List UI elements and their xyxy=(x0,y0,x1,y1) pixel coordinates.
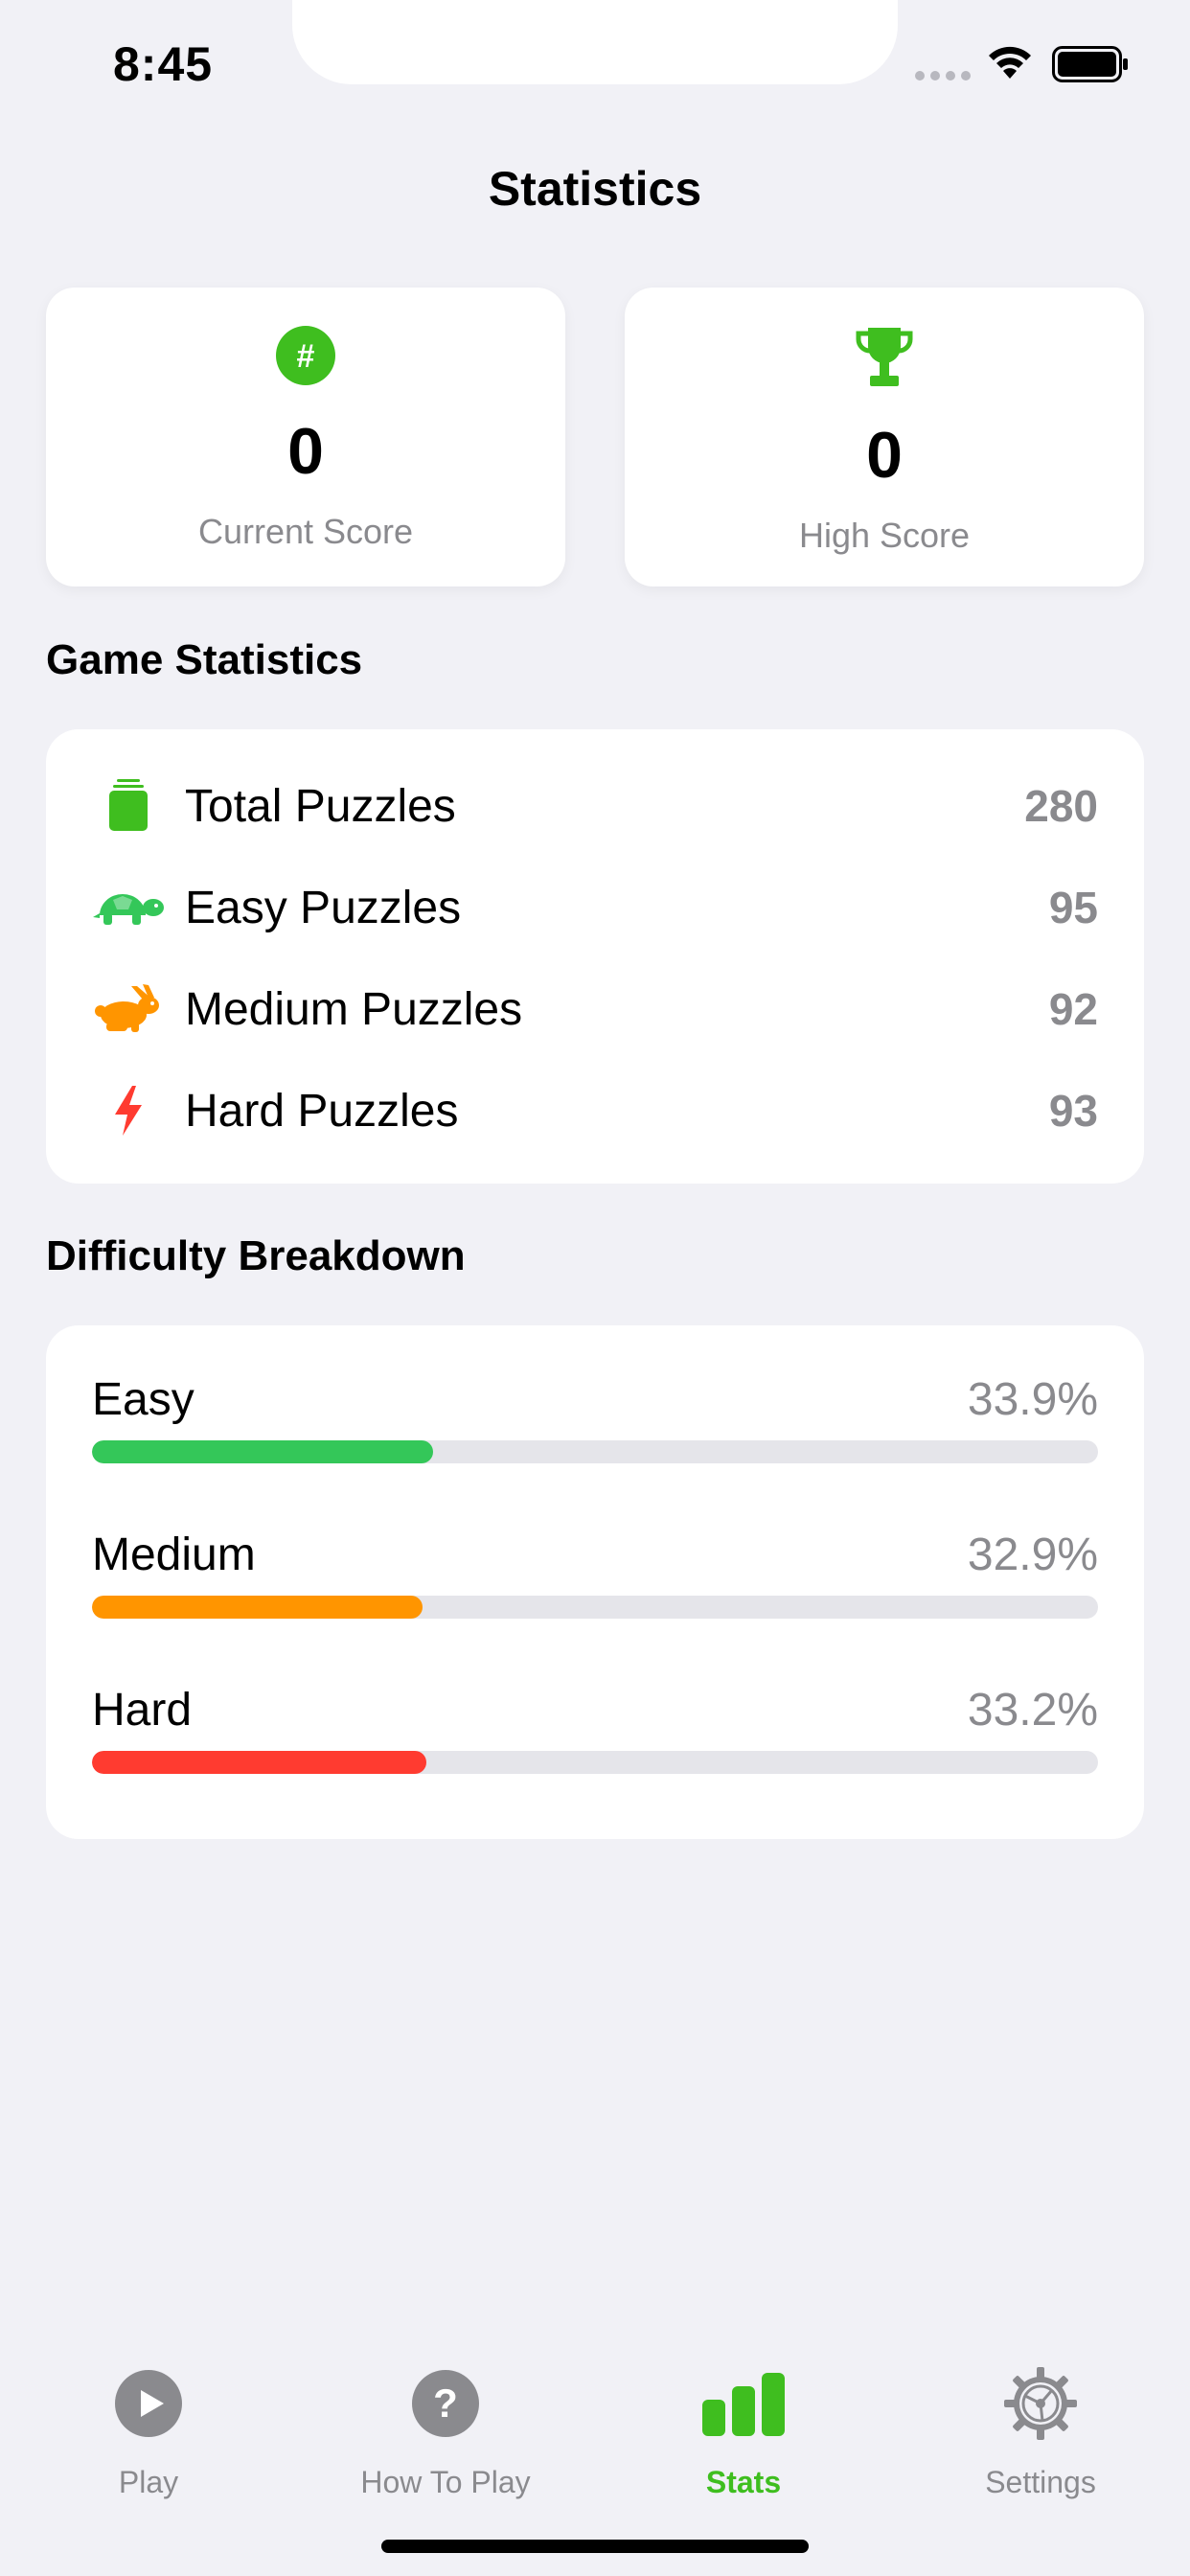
stat-value: 92 xyxy=(1048,984,1098,1034)
high-score-card: 0 High Score xyxy=(625,288,1144,586)
status-time: 8:45 xyxy=(113,37,214,91)
stat-label: Total Puzzles xyxy=(185,780,456,832)
progress-fill xyxy=(92,1440,433,1463)
high-score-label: High Score xyxy=(798,516,971,555)
current-score-label: Current Score xyxy=(197,512,414,551)
breakdown-percent: 33.9% xyxy=(967,1374,1098,1425)
current-score-value: 0 xyxy=(287,415,324,488)
stack-icon xyxy=(109,779,148,831)
difficulty-breakdown-card: Easy 33.9% Medium 32.9% Hard 33.2% xyxy=(46,1325,1144,1839)
hare-icon xyxy=(95,984,159,1032)
status-bar: 8:45 xyxy=(0,0,1190,125)
tab-settings[interactable]: Settings xyxy=(892,2329,1189,2500)
trophy-icon xyxy=(856,328,913,386)
breakdown-label: Medium xyxy=(92,1530,256,1580)
difficulty-breakdown-heading: Difficulty Breakdown xyxy=(46,1232,466,1279)
current-score-card: # 0 Current Score xyxy=(46,288,565,586)
progress-fill xyxy=(92,1751,426,1774)
progress-track xyxy=(92,1596,1098,1619)
stat-row-easy: Easy Puzzles 95 xyxy=(46,869,1144,946)
play-circle-icon xyxy=(115,2370,182,2437)
game-statistics-heading: Game Statistics xyxy=(46,636,363,683)
breakdown-label: Hard xyxy=(92,1685,193,1736)
stat-label: Easy Puzzles xyxy=(185,882,462,933)
svg-text:#: # xyxy=(297,338,315,375)
stat-value: 95 xyxy=(1048,883,1098,932)
stat-row-total: Total Puzzles 280 xyxy=(46,768,1144,844)
question-circle-icon: ? xyxy=(412,2370,479,2437)
page-title: Statistics xyxy=(488,162,702,216)
home-indicator[interactable] xyxy=(381,2540,809,2553)
high-score-value: 0 xyxy=(866,419,903,492)
tab-how-to-play[interactable]: ? How To Play xyxy=(297,2329,594,2500)
progress-track xyxy=(92,1440,1098,1463)
tab-stats[interactable]: Stats xyxy=(595,2329,892,2500)
stat-value: 280 xyxy=(1024,781,1098,831)
tab-label: Play xyxy=(118,2465,179,2499)
breakdown-percent: 33.2% xyxy=(967,1685,1098,1736)
breakdown-row-easy: Easy 33.9% xyxy=(92,1373,1098,1517)
number-badge-icon: # xyxy=(276,326,335,385)
breakdown-row-medium: Medium 32.9% xyxy=(92,1529,1098,1672)
breakdown-percent: 32.9% xyxy=(967,1530,1098,1580)
gear-icon xyxy=(1004,2367,1077,2440)
cellular-signal-icon xyxy=(915,71,971,80)
tab-label: Stats xyxy=(705,2465,782,2499)
battery-icon xyxy=(1052,46,1128,82)
stat-row-medium: Medium Puzzles 92 xyxy=(46,971,1144,1047)
breakdown-row-hard: Hard 33.2% xyxy=(92,1684,1098,1828)
stat-value: 93 xyxy=(1048,1086,1098,1136)
game-statistics-card: Total Puzzles 280 Easy Puzzles 95 Medium… xyxy=(46,729,1144,1184)
tab-label: Settings xyxy=(985,2465,1096,2499)
bolt-icon xyxy=(115,1086,142,1136)
tab-play[interactable]: Play xyxy=(0,2329,297,2500)
breakdown-label: Easy xyxy=(92,1374,195,1425)
wifi-icon xyxy=(989,46,1031,79)
notch xyxy=(292,0,898,84)
tortoise-icon xyxy=(93,894,164,925)
svg-text:?: ? xyxy=(433,2380,458,2426)
progress-fill xyxy=(92,1596,423,1619)
stat-row-hard: Hard Puzzles 93 xyxy=(46,1072,1144,1149)
stat-label: Medium Puzzles xyxy=(185,983,523,1035)
tab-label: How To Play xyxy=(360,2465,531,2499)
stat-label: Hard Puzzles xyxy=(185,1085,459,1137)
progress-track xyxy=(92,1751,1098,1774)
bar-chart-icon xyxy=(702,2373,785,2436)
